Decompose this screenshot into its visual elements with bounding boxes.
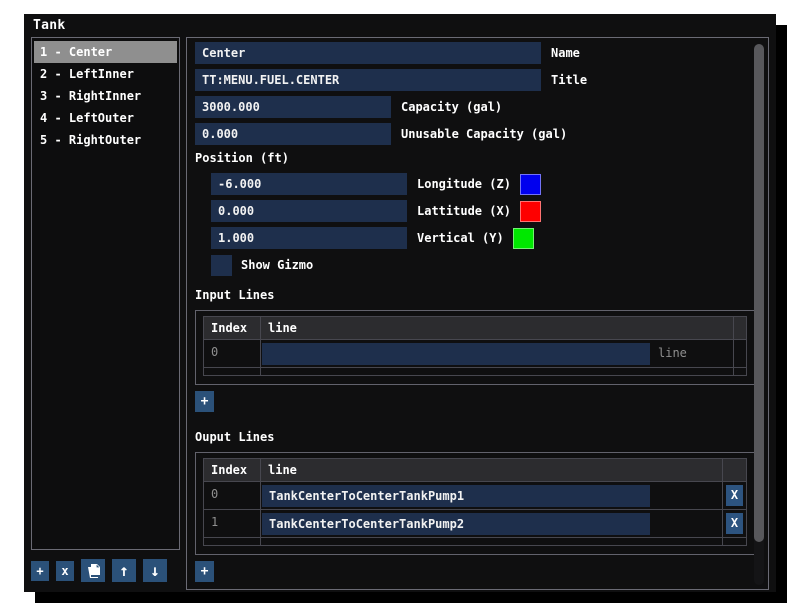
unusable-capacity-input[interactable] bbox=[195, 123, 391, 145]
tank-properties-panel: Name Title Capacity (gal) Unusable Capac… bbox=[186, 37, 769, 590]
panel-scrollbar-thumb[interactable] bbox=[754, 44, 764, 542]
show-gizmo-row: Show Gizmo bbox=[211, 254, 758, 276]
position-heading: Position (ft) bbox=[195, 151, 289, 165]
lattitude-label: Lattitude (X) bbox=[417, 204, 511, 218]
remove-output-line-1-button[interactable]: X bbox=[726, 513, 743, 534]
page-background: Tank 1 - Center 2 - LeftInner 3 - RightI… bbox=[0, 0, 792, 613]
show-gizmo-label: Show Gizmo bbox=[241, 258, 314, 272]
window-content: 1 - Center 2 - LeftInner 3 - RightInner … bbox=[24, 37, 776, 590]
input-lines-spacer-row bbox=[203, 367, 747, 376]
title-row: Title bbox=[195, 69, 758, 91]
input-line-index-0: 0 bbox=[203, 339, 261, 368]
output-line-action-0: X bbox=[722, 481, 747, 510]
lattitude-color-swatch[interactable] bbox=[519, 200, 541, 222]
tank-list-item-rightinner[interactable]: 3 - RightInner bbox=[34, 85, 177, 107]
vertical-label: Vertical (Y) bbox=[417, 231, 504, 245]
output-lines-action-header bbox=[722, 458, 747, 482]
input-lines-heading: Input Lines bbox=[195, 288, 275, 302]
capacity-input[interactable] bbox=[195, 96, 391, 118]
longitude-row: Longitude (Z) bbox=[211, 173, 758, 195]
input-lines-action-header bbox=[733, 316, 747, 340]
title-label: Title bbox=[551, 73, 588, 87]
output-lines-heading: Ouput Lines bbox=[195, 430, 275, 444]
arrow-down-icon: ↓ bbox=[150, 561, 160, 580]
remove-tank-button[interactable]: x bbox=[56, 560, 74, 581]
longitude-color-swatch[interactable] bbox=[519, 173, 541, 195]
vertical-input[interactable] bbox=[211, 227, 407, 249]
sidebar-toolbar: + x ↑ ↓ bbox=[31, 559, 180, 582]
input-lines-table: Index line 0 line bbox=[195, 310, 755, 385]
move-down-button[interactable]: ↓ bbox=[143, 559, 167, 582]
duplicate-tank-button[interactable] bbox=[81, 559, 105, 582]
input-line-hint-0: line bbox=[658, 346, 687, 360]
vertical-row: Vertical (Y) bbox=[211, 227, 758, 249]
output-line-index-0: 0 bbox=[203, 481, 261, 510]
move-up-button[interactable]: ↑ bbox=[112, 559, 136, 582]
output-lines-spacer-row bbox=[203, 537, 747, 546]
output-line-index-1: 1 bbox=[203, 509, 261, 538]
output-lines-header-row: Index line bbox=[203, 458, 747, 482]
add-input-line-button[interactable]: + bbox=[195, 391, 214, 412]
lattitude-input[interactable] bbox=[211, 200, 407, 222]
input-lines-header-row: Index line bbox=[203, 316, 747, 340]
input-line-row-0: 0 line bbox=[203, 339, 747, 368]
remove-output-line-0-button[interactable]: X bbox=[726, 485, 743, 506]
capacity-label: Capacity (gal) bbox=[401, 100, 503, 114]
tank-window: Tank 1 - Center 2 - LeftInner 3 - RightI… bbox=[24, 14, 776, 592]
window-title: Tank bbox=[33, 18, 66, 33]
output-lines-index-header: Index bbox=[203, 458, 261, 482]
sidebar: 1 - Center 2 - LeftInner 3 - RightInner … bbox=[31, 37, 180, 590]
tank-list: 1 - Center 2 - LeftInner 3 - RightInner … bbox=[31, 37, 180, 550]
vertical-color-swatch[interactable] bbox=[512, 227, 534, 249]
output-lines-table: Index line 0 X 1 bbox=[195, 452, 755, 555]
show-gizmo-checkbox[interactable] bbox=[211, 254, 232, 276]
longitude-label: Longitude (Z) bbox=[417, 177, 511, 191]
name-row: Name bbox=[195, 42, 758, 64]
input-lines-index-header: Index bbox=[203, 316, 261, 340]
tank-list-item-center[interactable]: 1 - Center bbox=[34, 41, 177, 63]
input-line-value-0[interactable] bbox=[262, 342, 650, 365]
output-line-value-0[interactable] bbox=[262, 484, 650, 507]
input-line-action-0 bbox=[733, 339, 747, 368]
unusable-capacity-label: Unusable Capacity (gal) bbox=[401, 127, 568, 141]
add-tank-button[interactable]: + bbox=[31, 560, 49, 581]
unusable-capacity-row: Unusable Capacity (gal) bbox=[195, 123, 758, 145]
output-line-value-1[interactable] bbox=[262, 512, 650, 535]
window-titlebar[interactable]: Tank bbox=[24, 14, 776, 37]
output-line-row-1: 1 X bbox=[203, 509, 747, 538]
output-lines-line-header: line bbox=[260, 458, 723, 482]
longitude-input[interactable] bbox=[211, 173, 407, 195]
tank-list-item-leftinner[interactable]: 2 - LeftInner bbox=[34, 63, 177, 85]
copy-pages-icon bbox=[86, 563, 101, 579]
output-line-action-1: X bbox=[722, 509, 747, 538]
output-line-row-0: 0 X bbox=[203, 481, 747, 510]
name-input[interactable] bbox=[195, 42, 541, 64]
tank-list-item-rightouter[interactable]: 5 - RightOuter bbox=[34, 129, 177, 151]
add-output-line-button[interactable]: + bbox=[195, 561, 214, 582]
name-label: Name bbox=[551, 46, 580, 60]
lattitude-row: Lattitude (X) bbox=[211, 200, 758, 222]
title-input[interactable] bbox=[195, 69, 541, 91]
capacity-row: Capacity (gal) bbox=[195, 96, 758, 118]
tank-list-item-leftouter[interactable]: 4 - LeftOuter bbox=[34, 107, 177, 129]
panel-scrollbar[interactable] bbox=[754, 44, 764, 585]
input-lines-line-header: line bbox=[260, 316, 734, 340]
arrow-up-icon: ↑ bbox=[119, 561, 129, 580]
